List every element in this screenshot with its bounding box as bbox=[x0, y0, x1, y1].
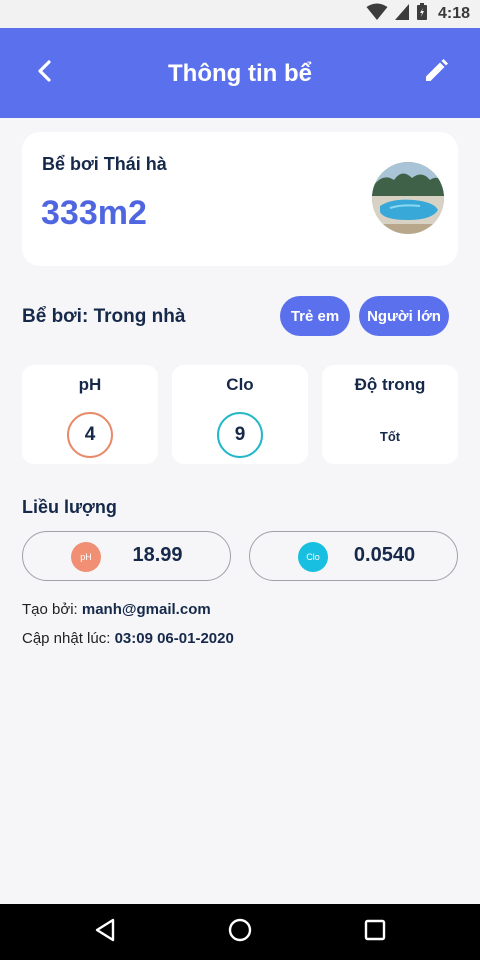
dosage-title: Liều lượng bbox=[22, 497, 117, 517]
pool-type-value: Trong nhà bbox=[93, 306, 186, 327]
pencil-icon bbox=[423, 58, 449, 89]
nav-home-button[interactable] bbox=[224, 916, 256, 948]
metric-value-ring: 9 bbox=[217, 412, 263, 458]
status-bar: 4:18 bbox=[0, 0, 480, 28]
edit-button[interactable] bbox=[416, 53, 456, 93]
pool-area: 333m2 bbox=[41, 194, 147, 232]
page-title: Thông tin bể bbox=[168, 60, 312, 87]
status-icons: 4:18 bbox=[366, 2, 470, 26]
dosage-ph-pill: pH 18.99 bbox=[22, 531, 231, 581]
tag-children[interactable]: Trẻ em bbox=[280, 296, 350, 336]
updated-at-line: Cập nhật lúc: 03:09 06-01-2020 bbox=[22, 630, 234, 647]
wifi-icon bbox=[366, 3, 388, 26]
metric-title: Độ trong bbox=[354, 375, 426, 394]
metric-card-ph: pH 4 bbox=[22, 365, 158, 464]
updated-at-value: 03:09 06-01-2020 bbox=[114, 630, 234, 647]
pool-info-card: Bể bơi Thái hà 333m2 bbox=[22, 132, 458, 266]
pool-type: Bể bơi: Trong nhà bbox=[22, 306, 185, 328]
back-arrow-icon bbox=[34, 59, 54, 88]
nav-back-button[interactable] bbox=[89, 916, 121, 948]
system-nav-bar bbox=[0, 904, 480, 960]
back-button[interactable] bbox=[24, 53, 64, 93]
battery-icon bbox=[416, 2, 428, 26]
metric-title: Clo bbox=[226, 375, 254, 394]
created-by-value: manh@gmail.com bbox=[81, 601, 211, 618]
pool-photo bbox=[372, 162, 444, 234]
ph-badge-icon: pH bbox=[71, 542, 101, 572]
nav-recents-button[interactable] bbox=[359, 916, 391, 948]
clo-badge-icon: Clo bbox=[298, 542, 328, 572]
metric-title: pH bbox=[78, 375, 102, 394]
tag-adults[interactable]: Người lớn bbox=[359, 296, 449, 336]
dosage-clo-pill: Clo 0.0540 bbox=[249, 531, 458, 581]
metric-value-ring: 4 bbox=[67, 412, 113, 458]
dosage-clo-value: 0.0540 bbox=[353, 544, 416, 566]
square-recents-icon bbox=[364, 919, 386, 946]
created-by-line: Tạo bởi: manh@gmail.com bbox=[22, 601, 211, 618]
circle-home-icon bbox=[228, 918, 252, 947]
triangle-back-icon bbox=[94, 918, 116, 947]
status-time: 4:18 bbox=[437, 5, 470, 22]
metric-card-clarity: Độ trong Tốt bbox=[322, 365, 458, 464]
app-bar: Thông tin bể bbox=[0, 28, 480, 118]
metric-value-text: Tốt bbox=[379, 429, 401, 444]
pool-type-label: Bể bơi: bbox=[22, 306, 89, 327]
updated-at-label: Cập nhật lúc: bbox=[22, 630, 111, 647]
metric-card-clo: Clo 9 bbox=[172, 365, 308, 464]
dosage-ph-value: 18.99 bbox=[132, 544, 183, 566]
pool-name: Bể bơi Thái hà bbox=[42, 154, 167, 174]
cell-signal-icon bbox=[394, 3, 410, 26]
created-by-label: Tạo bởi: bbox=[22, 601, 78, 618]
